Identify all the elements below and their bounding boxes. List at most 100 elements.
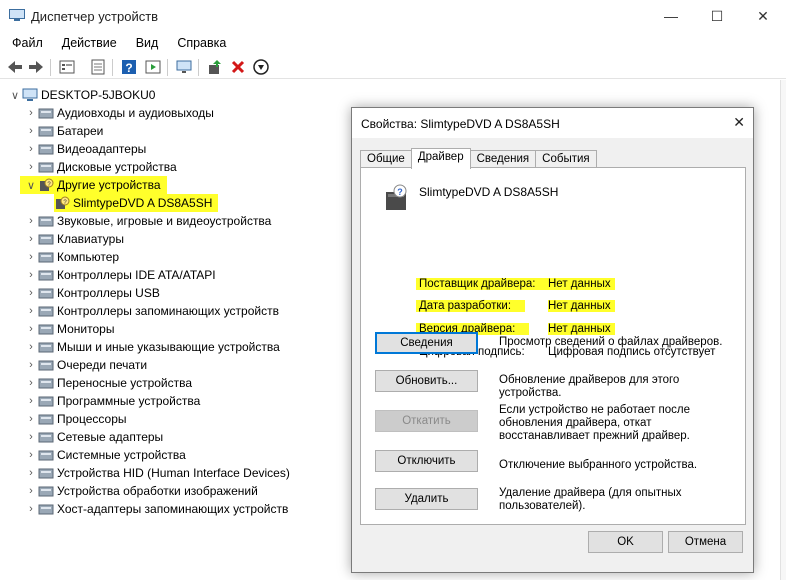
tab-general[interactable]: Общие: [360, 150, 412, 168]
cancel-button[interactable]: Отмена: [668, 531, 743, 553]
scan-hardware-icon[interactable]: [175, 58, 193, 76]
tree-category[interactable]: › Видеоадаптеры: [24, 140, 146, 158]
chevron-right-icon[interactable]: ›: [24, 341, 38, 353]
tree-item-label: Очереди печати: [57, 358, 148, 372]
disable-button[interactable]: Отключить: [375, 450, 478, 472]
network-icon: [38, 432, 54, 443]
update-button[interactable]: Обновить...: [375, 370, 478, 392]
tree-category[interactable]: › Устройства обработки изображений: [24, 482, 258, 500]
properties-icon[interactable]: [89, 58, 107, 76]
dialog-close-icon[interactable]: ✕: [733, 114, 745, 131]
tree-category[interactable]: › Сетевые адаптеры: [24, 428, 163, 446]
chevron-right-icon[interactable]: ›: [24, 377, 38, 389]
chevron-right-icon[interactable]: ›: [24, 215, 38, 227]
chevron-right-icon[interactable]: ›: [24, 323, 38, 335]
menu-view[interactable]: Вид: [124, 33, 166, 53]
tree-item-label: Другие устройства: [57, 178, 161, 192]
chevron-right-icon[interactable]: ›: [24, 251, 38, 263]
minimize-button[interactable]: —: [648, 0, 694, 32]
menu-bar: Файл Действие Вид Справка: [0, 33, 233, 53]
chevron-right-icon[interactable]: ›: [24, 431, 38, 443]
tree-category[interactable]: › Звуковые, игровые и видеоустройства: [24, 212, 271, 230]
forward-icon[interactable]: [27, 58, 45, 76]
chevron-right-icon[interactable]: ›: [24, 485, 38, 497]
tree-category[interactable]: › Контроллеры USB: [24, 284, 160, 302]
run-icon[interactable]: [144, 58, 162, 76]
tree-item-label: Процессоры: [57, 412, 127, 426]
chevron-right-icon[interactable]: ›: [24, 269, 38, 281]
tree-category[interactable]: › Батареи: [24, 122, 103, 140]
chevron-right-icon[interactable]: ›: [24, 233, 38, 245]
action-description: Отключение выбранного устройства.: [499, 459, 698, 471]
vertical-scrollbar[interactable]: [780, 80, 786, 580]
menu-help[interactable]: Справка: [165, 33, 233, 53]
ok-button[interactable]: OK: [588, 531, 663, 553]
chevron-right-icon[interactable]: ›: [24, 107, 38, 119]
uninstall-icon[interactable]: [229, 58, 247, 76]
chevron-right-icon[interactable]: ›: [24, 395, 38, 407]
chevron-down-icon[interactable]: ∨: [24, 179, 38, 192]
hid-icon: [38, 468, 54, 479]
tree-view-icon[interactable]: [58, 58, 76, 76]
chevron-right-icon[interactable]: ›: [24, 449, 38, 461]
tree-category[interactable]: › Системные устройства: [24, 446, 186, 464]
dialog-title: Свойства: SlimtypeDVD A DS8A5SH: [361, 117, 560, 131]
device-name: SlimtypeDVD A DS8A5SH: [419, 185, 559, 199]
dialog-tabs: Общие Драйвер Сведения События: [360, 148, 597, 169]
tab-driver[interactable]: Драйвер: [410, 148, 471, 169]
update-driver-icon[interactable]: [206, 58, 224, 76]
tree-category[interactable]: › Мониторы: [24, 320, 114, 338]
tree-category[interactable]: › Очереди печати: [24, 356, 147, 374]
tree-item-label: Клавиатуры: [57, 232, 124, 246]
speaker-icon: [38, 216, 54, 227]
tree-category[interactable]: › Процессоры: [24, 410, 127, 428]
device-manager-icon: [9, 9, 25, 21]
action-description: Удаление драйвера (для опытных пользоват…: [499, 487, 682, 512]
tree-category[interactable]: › Клавиатуры: [24, 230, 124, 248]
uninstall-button[interactable]: Удалить: [375, 488, 478, 510]
tree-category[interactable]: › Компьютер: [24, 248, 119, 266]
tree-category[interactable]: › Мыши и иные указывающие устройства: [24, 338, 280, 356]
property-value: Нет данных: [548, 300, 615, 312]
tab-events[interactable]: События: [535, 150, 597, 168]
chevron-right-icon[interactable]: ›: [24, 305, 38, 317]
details-button[interactable]: Сведения: [375, 332, 478, 354]
tree-child-item[interactable]: ? SlimtypeDVD A DS8A5SH: [54, 194, 219, 212]
chevron-right-icon[interactable]: ›: [24, 161, 38, 173]
tree-item-label: Сетевые адаптеры: [57, 430, 164, 444]
back-icon[interactable]: [6, 58, 24, 76]
camera-icon: [38, 486, 54, 497]
chevron-down-icon[interactable]: ∨: [8, 89, 22, 102]
disable-device-icon[interactable]: [252, 58, 270, 76]
chevron-right-icon[interactable]: ›: [24, 413, 38, 425]
chevron-right-icon[interactable]: ›: [24, 143, 38, 155]
menu-action[interactable]: Действие: [50, 33, 124, 53]
toolbar: ?: [0, 56, 786, 79]
tree-category[interactable]: › Программные устройства: [24, 392, 200, 410]
display-adapter-icon: [38, 144, 54, 155]
tree-category[interactable]: › Переносные устройства: [24, 374, 192, 392]
tree-item-label: Программные устройства: [57, 394, 201, 408]
menu-file[interactable]: Файл: [0, 33, 50, 53]
help-icon[interactable]: ?: [120, 58, 138, 76]
chevron-right-icon[interactable]: ›: [24, 359, 38, 371]
chevron-right-icon[interactable]: ›: [24, 287, 38, 299]
rollback-button[interactable]: Откатить: [375, 410, 478, 432]
tree-category[interactable]: › Хост-адаптеры запоминающих устройств: [24, 500, 288, 518]
chevron-right-icon[interactable]: ›: [24, 503, 38, 515]
tree-category[interactable]: ∨? Другие устройства: [20, 176, 167, 194]
unknown-device-icon: ?: [56, 196, 70, 209]
tree-category[interactable]: › Устройства HID (Human Interface Devices…: [24, 464, 290, 482]
tree-category[interactable]: › Дисковые устройства: [24, 158, 177, 176]
tree-category[interactable]: › Контроллеры IDE ATA/ATAPI: [24, 266, 216, 284]
close-button[interactable]: ✕: [740, 0, 786, 32]
chevron-right-icon[interactable]: ›: [24, 125, 38, 137]
tree-category[interactable]: › Аудиовходы и аудиовыходы: [24, 104, 214, 122]
tree-category[interactable]: › Контроллеры запоминающих устройств: [24, 302, 279, 320]
dialog-title-bar: Свойства: SlimtypeDVD A DS8A5SH ✕: [352, 108, 753, 138]
tree-root[interactable]: ∨ DESKTOP-5JBOKU0: [8, 86, 156, 104]
disk-drive-icon: [38, 162, 54, 173]
tab-details[interactable]: Сведения: [469, 150, 537, 168]
chevron-right-icon[interactable]: ›: [24, 467, 38, 479]
maximize-button[interactable]: ☐: [694, 0, 740, 32]
